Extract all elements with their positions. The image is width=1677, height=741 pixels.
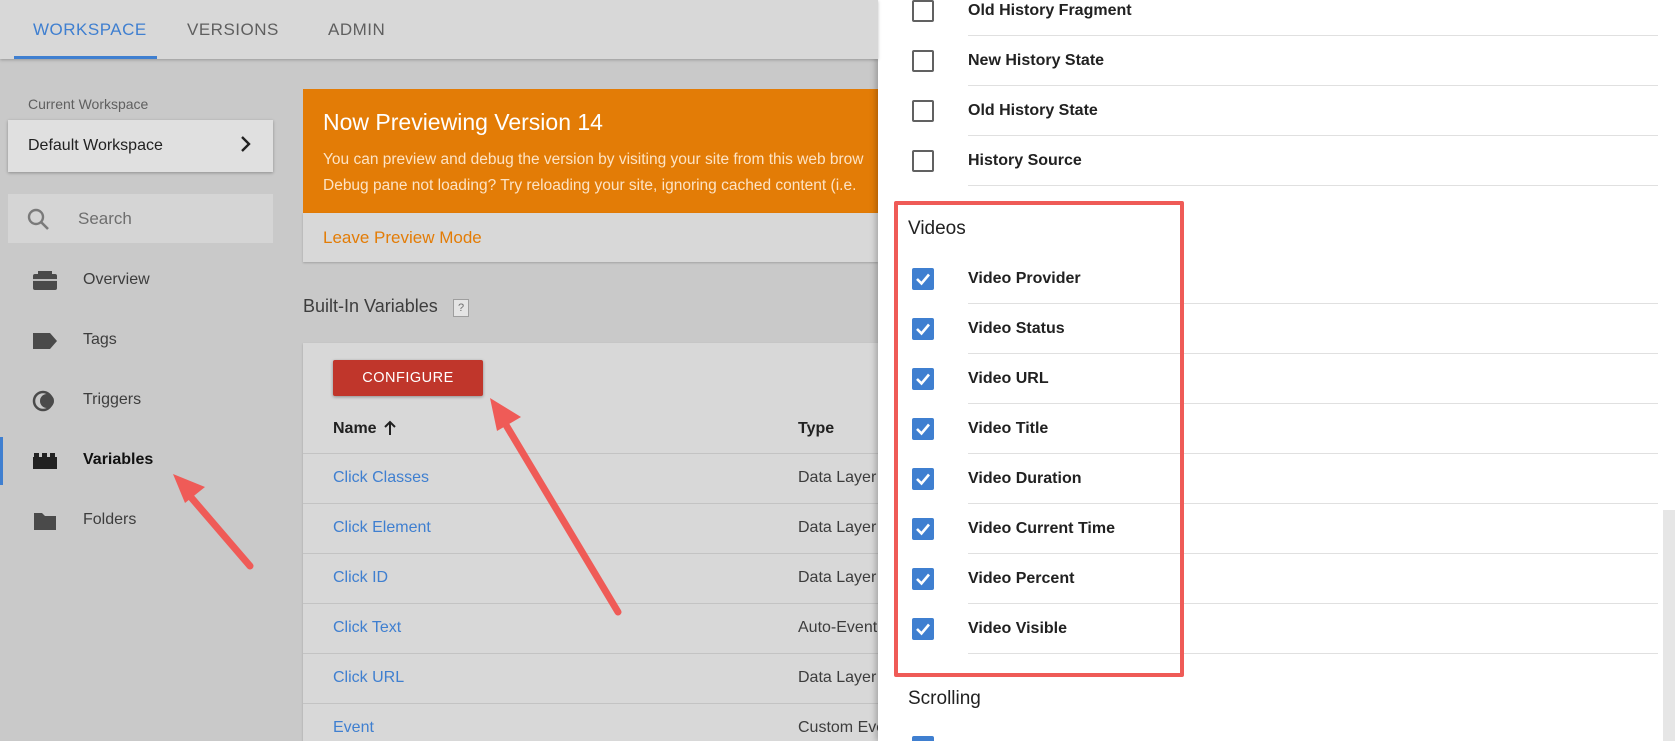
arrow-to-variables-annotation (173, 474, 254, 570)
annotation-arrows (173, 398, 622, 616)
arrow-to-configure-annotation (490, 398, 622, 616)
